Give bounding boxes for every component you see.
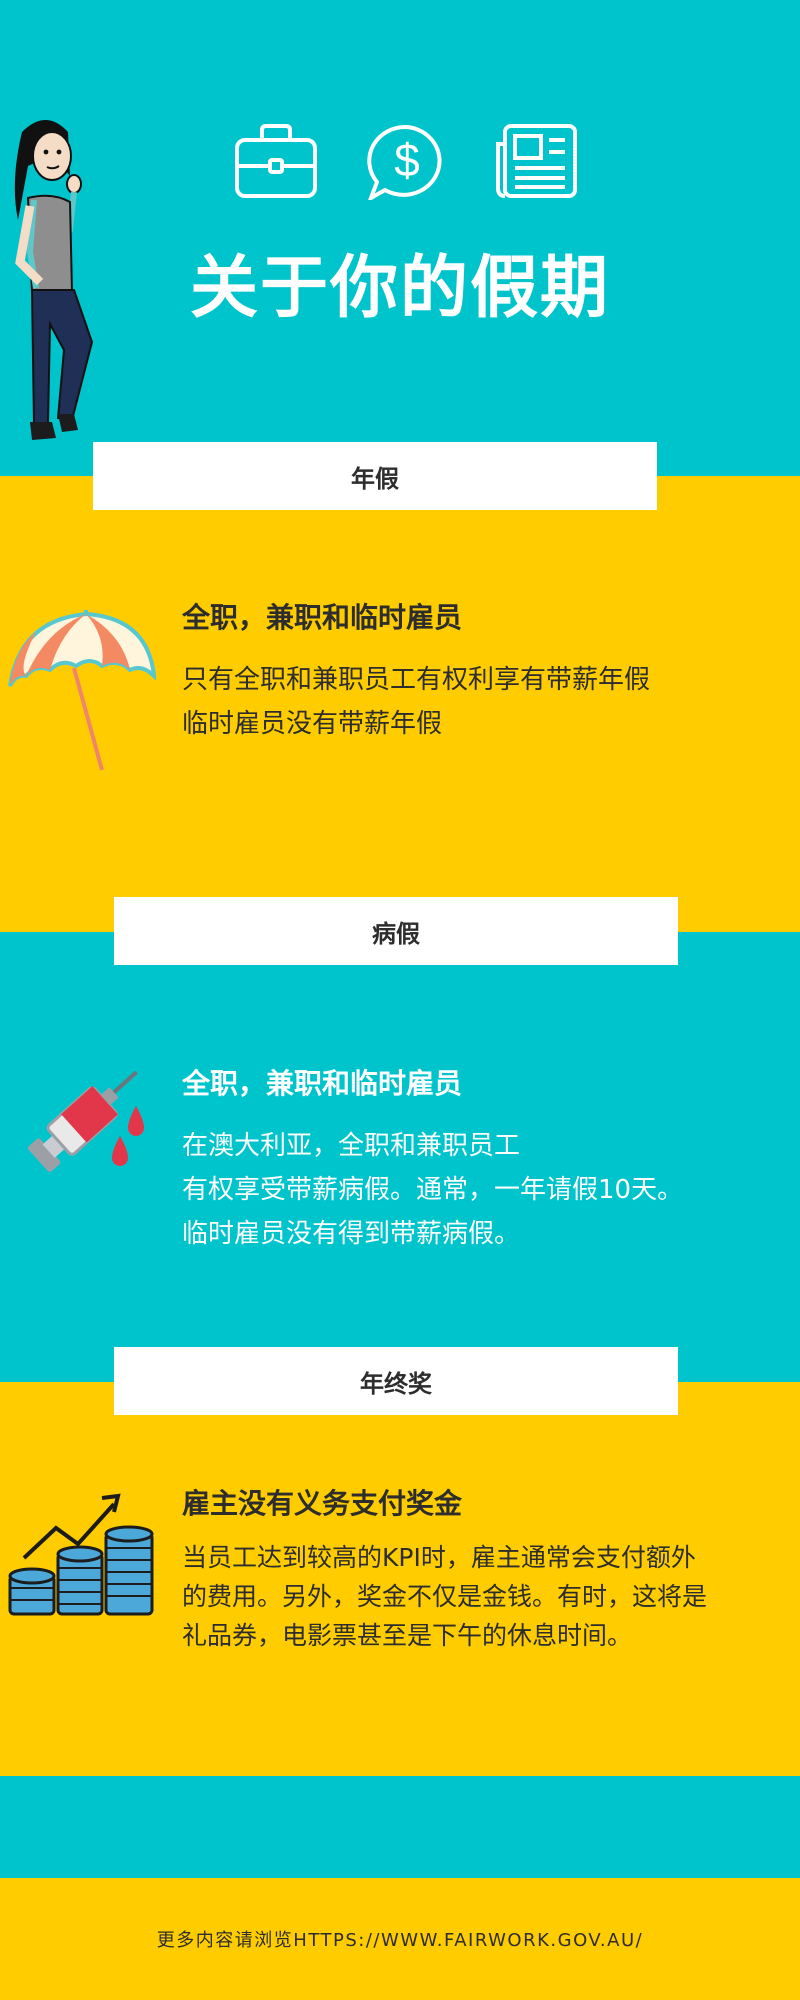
briefcase-icon [235,124,317,198]
annual-leave-line: 临时雇员没有带薪年假 [182,709,443,739]
svg-text:$: $ [394,134,420,186]
page-title: 关于你的假期 [189,249,610,328]
coins-growth-icon [8,1493,154,1616]
sick-leave-line: 临时雇员没有得到带薪病假。 [182,1219,521,1249]
dollar-chat-icon: $ [367,124,442,200]
spacer-band [0,1776,800,1878]
sick-leave-line: 在澳大利亚，全职和兼职员工 [182,1131,521,1161]
annual-leave-heading: 全职，兼职和临时雇员 [182,601,463,634]
bonus-body: 当员工达到较高的KPI时，雇主通常会支付额外 的费用。另外，奖金不仅是金钱。有时… [182,1538,707,1655]
top-icons: $ [235,124,580,204]
sick-leave-heading: 全职，兼职和临时雇员 [182,1067,463,1100]
sick-leave-line: 有权享受带薪病假。通常，一年请假10天。 [182,1175,684,1205]
footer-link-text[interactable]: 更多内容请浏览HTTPS://WWW.FAIRWORK.GOV.AU/ [0,1926,800,1952]
umbrella-icon [8,610,156,771]
annual-leave-body: 只有全职和兼职员工有权利享有带薪年假 临时雇员没有带薪年假 [182,658,650,746]
bonus-heading: 雇主没有义务支付奖金 [182,1487,463,1520]
sick-leave-body: 在澳大利亚，全职和兼职员工 有权享受带薪病假。通常，一年请假10天。 临时雇员没… [182,1124,683,1256]
banner-annual-leave: 年假 [93,442,657,510]
banner-sick-leave: 病假 [114,897,678,965]
syringe-icon [28,1070,144,1172]
bonus-line: 当员工达到较高的KPI时，雇主通常会支付额外 [182,1543,696,1572]
bonus-line: 的费用。另外，奖金不仅是金钱。有时，这将是 [182,1582,708,1611]
newspaper-icon [496,124,577,198]
banner-year-end-bonus: 年终奖 [114,1347,678,1415]
annual-leave-line: 只有全职和兼职员工有权利享有带薪年假 [182,665,651,695]
bonus-line: 礼品券，电影票甚至是下午的休息时间。 [182,1621,633,1650]
